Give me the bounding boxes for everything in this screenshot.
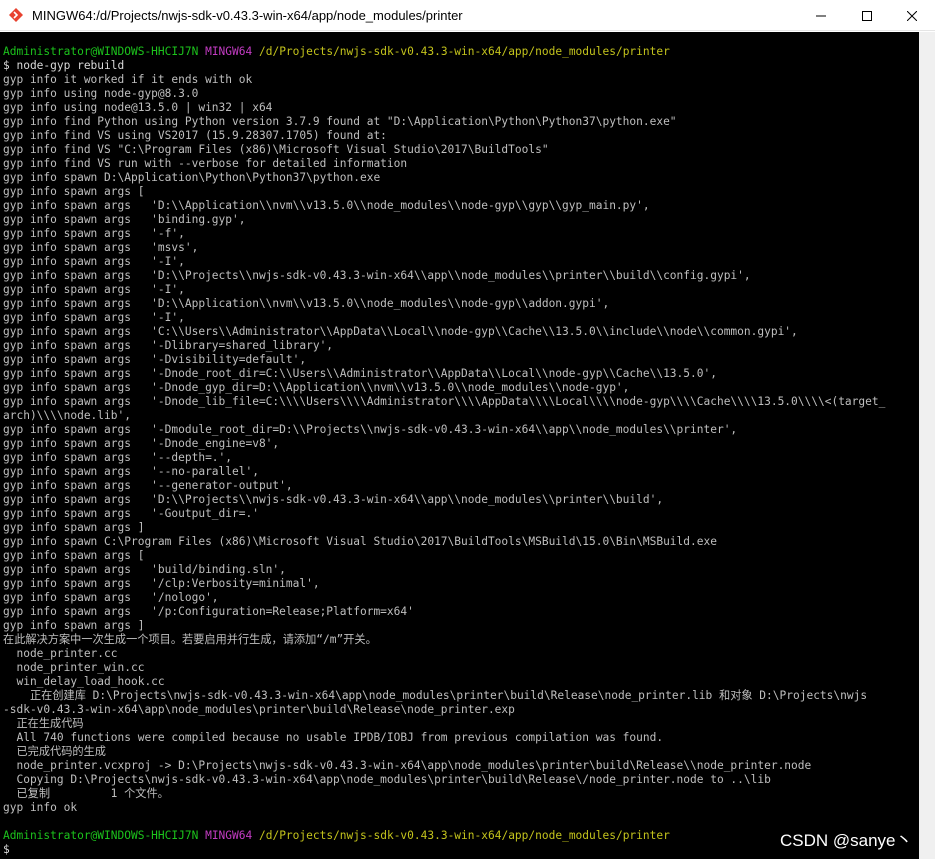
output-line: 在此解决方案中一次生成一个项目。若要启用并行生成，请添加“/m”开关。 [3,633,377,646]
output-line: gyp info spawn args '-Dmodule_root_dir=D… [3,423,738,436]
output-line: gyp info spawn args '-Dnode_gyp_dir=D:\\… [3,381,630,394]
minimize-icon [816,15,826,16]
output-line: node_printer_win.cc [3,661,145,674]
output-line: gyp info spawn args 'D:\\Application\\nv… [3,297,610,310]
output-line: gyp info ok [3,801,78,814]
output-line: gyp info spawn args 'D:\\Application\\nv… [3,199,650,212]
cursor-line[interactable]: $ [3,843,885,857]
mingw-icon[interactable] [8,7,24,23]
output-line: gyp info spawn args ] [3,619,145,632]
output-line: 正在创建库 D:\Projects\nwjs-sdk-v0.43.3-win-x… [3,689,868,702]
watermark-text: CSDN @sanye丶 [780,831,913,850]
output-line: gyp info spawn args '-f', [3,227,185,240]
output-line: gyp info spawn args '-Dnode_root_dir=C:\… [3,367,717,380]
output-line: gyp info spawn args '-I', [3,283,185,296]
output-line: gyp info find VS using VS2017 (15.9.2830… [3,129,387,142]
output-line: Copying D:\Projects\nwjs-sdk-v0.43.3-win… [3,773,771,786]
output-line: gyp info spawn args '--depth=.', [3,451,233,464]
prompt-shell: MINGW64 [205,45,253,58]
output-line: gyp info spawn args '-Dvisibility=defaul… [3,353,307,366]
vertical-scrollbar[interactable] [919,32,935,859]
output-line: node_printer.vcxproj -> D:\Projects\nwjs… [3,759,812,772]
output-line: 正在生成代码 [3,717,84,730]
terminal-output[interactable]: Administrator@WINDOWS-HHCIJ7N MINGW64 /d… [0,32,919,859]
output-line: -sdk-v0.43.3-win-x64\app\node_modules\pr… [3,703,515,716]
output-line: gyp info using node-gyp@8.3.0 [3,87,199,100]
output-line: gyp info spawn args 'D:\\Projects\\nwjs-… [3,493,664,506]
output-line: gyp info spawn args '-Dlibrary=shared_li… [3,339,334,352]
output-line: gyp info spawn args 'D:\\Projects\\nwjs-… [3,269,751,282]
output-line: gyp info spawn args '/clp:Verbosity=mini… [3,577,320,590]
output-line: gyp info spawn args 'C:\\Users\\Administ… [3,325,798,338]
output-line: gyp info spawn args 'binding.gyp', [3,213,246,226]
command-output: gyp info it worked if it ends with ok gyp… [3,73,885,815]
output-line: 已复制 1 个文件。 [3,787,169,800]
prompt-path: /d/Projects/nwjs-sdk-v0.43.3-win-x64/app… [258,829,670,842]
prompt-path: /d/Projects/nwjs-sdk-v0.43.3-win-x64/app… [258,45,670,58]
output-line: gyp info spawn args [ [3,185,145,198]
output-line: gyp info spawn args ] [3,521,145,534]
prompt-shell: MINGW64 [205,829,253,842]
close-button[interactable] [889,0,935,31]
command-line: $ node-gyp rebuild [3,59,125,72]
output-line: gyp info spawn args '--no-parallel', [3,465,259,478]
output-line: gyp info find Python using Python versio… [3,115,677,128]
window-title: MINGW64:/d/Projects/nwjs-sdk-v0.43.3-win… [32,7,463,23]
title-bar: MINGW64:/d/Projects/nwjs-sdk-v0.43.3-win… [0,0,935,31]
output-line: node_printer.cc [3,647,118,660]
output-line: gyp info spawn args 'build/binding.sln', [3,563,286,576]
output-line: gyp info spawn args '-Dnode_engine=v8', [3,437,280,450]
minimize-button[interactable] [798,0,844,31]
maximize-icon [862,10,872,21]
terminal-lines: Administrator@WINDOWS-HHCIJ7N MINGW64 /d… [3,45,885,857]
output-line: gyp info spawn D:\Application\Python\Pyt… [3,171,381,184]
output-line: gyp info spawn args '-Dnode_lib_file=C:\… [3,395,886,408]
output-line: arch)\\\\node.lib', [3,409,131,422]
output-line: All 740 functions were compiled because … [3,731,664,744]
output-line: gyp info spawn args '/nologo', [3,591,219,604]
prompt-line: Administrator@WINDOWS-HHCIJ7N MINGW64 /d… [3,45,885,59]
prompt-user: Administrator@WINDOWS-HHCIJ7N [3,45,199,58]
output-line: 已完成代码的生成 [3,745,106,758]
prompt-user: Administrator@WINDOWS-HHCIJ7N [3,829,199,842]
output-line: gyp info find VS "C:\Program Files (x86)… [3,143,549,156]
output-line: win_delay_load_hook.cc [3,675,165,688]
output-line: gyp info using node@13.5.0 | win32 | x64 [3,101,273,114]
prompt-line-final: Administrator@WINDOWS-HHCIJ7N MINGW64 /d… [3,829,885,843]
output-line: gyp info spawn args 'msvs', [3,241,199,254]
output-line: gyp info spawn args [ [3,549,145,562]
output-line: gyp info spawn args '--generator-output'… [3,479,293,492]
output-line: gyp info spawn args '-I', [3,311,185,324]
output-line: gyp info spawn args '/p:Configuration=Re… [3,605,414,618]
output-line: gyp info spawn args '-I', [3,255,185,268]
output-line: gyp info it worked if it ends with ok [3,73,253,86]
output-line: gyp info spawn args '-Goutput_dir=.' [3,507,259,520]
maximize-button[interactable] [844,0,890,31]
output-line: gyp info spawn C:\Program Files (x86)\Mi… [3,535,717,548]
output-line: gyp info find VS run with --verbose for … [3,157,408,170]
close-icon [907,10,917,21]
